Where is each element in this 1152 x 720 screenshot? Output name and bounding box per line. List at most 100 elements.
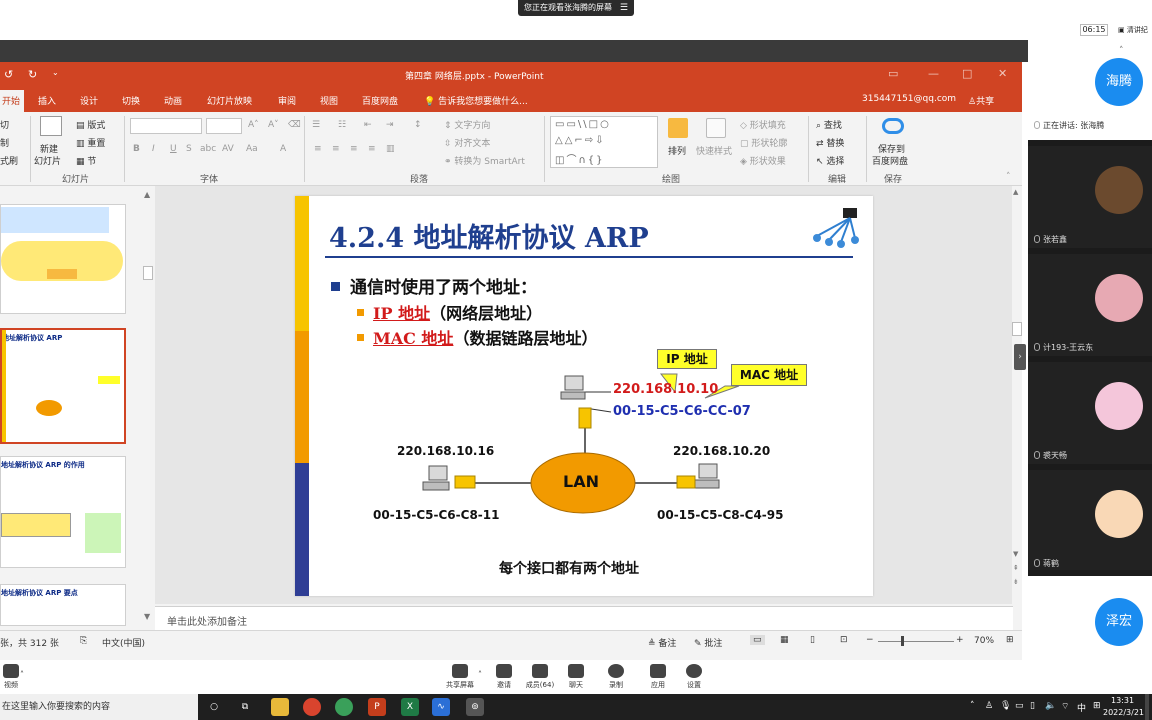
scroll-up-icon[interactable]: ▲ — [144, 190, 150, 199]
minimize-icon[interactable]: — — [928, 67, 939, 80]
find-button[interactable]: ⌕ 查找 — [816, 118, 842, 131]
network-icon[interactable]: ▭ — [1015, 701, 1024, 711]
underline-icon[interactable]: U — [170, 144, 177, 154]
numbering-icon[interactable]: ☷ — [338, 120, 346, 130]
slide-thumbnail[interactable] — [0, 204, 126, 314]
scroll-up-icon[interactable]: ▲ — [1013, 188, 1018, 196]
maximize-icon[interactable]: □ — [962, 67, 972, 80]
file-explorer-icon[interactable] — [271, 698, 289, 716]
show-desktop-button[interactable] — [1145, 694, 1149, 720]
slideshow-icon[interactable]: ⊡ — [840, 635, 848, 645]
font-size-field[interactable] — [206, 118, 242, 134]
scroll-down-icon[interactable]: ▼ — [144, 612, 150, 621]
language[interactable]: 中文(中国) — [102, 636, 145, 649]
smartart-button[interactable]: ⚭ 转换为 SmartArt — [444, 154, 525, 167]
chevron-up-icon[interactable]: ˄ — [20, 670, 24, 679]
change-case-icon[interactable]: Aa — [246, 144, 258, 154]
tab-transitions[interactable]: 切换 — [122, 94, 140, 107]
settings-button[interactable]: 设置 — [674, 664, 714, 690]
char-spacing-icon[interactable]: AV — [222, 144, 234, 154]
chevron-up-icon[interactable]: ˄ — [478, 670, 482, 679]
zoom-out-icon[interactable]: − — [866, 635, 874, 645]
align-text-button[interactable]: ⇳ 对齐文本 — [444, 136, 490, 149]
doc-list-button[interactable]: ▣ 清讲纪 — [1118, 24, 1152, 36]
next-slide-icon[interactable]: ⇟ — [1013, 578, 1019, 586]
font-name-field[interactable] — [130, 118, 202, 134]
previous-slide-icon[interactable]: ⇞ — [1013, 564, 1019, 572]
scroll-thumb[interactable] — [1012, 322, 1022, 336]
align-center-icon[interactable]: ≡ — [332, 144, 340, 154]
customize-qat-icon[interactable]: ⌄ — [52, 68, 59, 77]
ribbon-options-icon[interactable]: ▭ — [888, 67, 898, 80]
app-icon[interactable]: ⊚ — [466, 698, 484, 716]
shape-outline-button[interactable]: ▢ 形状轮廓 — [740, 136, 787, 149]
slide-thumbnail[interactable]: 地址解析协议 ARP 要点 — [0, 584, 126, 626]
align-left-icon[interactable]: ≡ — [314, 144, 322, 154]
replace-button[interactable]: ⇄ 替换 — [816, 136, 844, 149]
record-button[interactable]: 录制 — [596, 664, 636, 690]
redo-icon[interactable]: ↻ — [28, 68, 37, 81]
slide-scrollbar[interactable]: ▲ ▼ ⇞ ⇟ — [1012, 186, 1022, 606]
align-right-icon[interactable]: ≡ — [350, 144, 358, 154]
increase-indent-icon[interactable]: ⇥ — [386, 120, 394, 130]
strikethrough-icon[interactable]: abc — [200, 144, 216, 154]
collapse-ribbon-icon[interactable]: ˄ — [1006, 172, 1011, 182]
ime-indicator[interactable]: 中 — [1077, 701, 1086, 714]
share-screen-button[interactable]: 共享屏幕 — [440, 664, 480, 690]
bold-icon[interactable]: B — [133, 144, 140, 154]
chat-button[interactable]: 聊天 — [556, 664, 596, 690]
line-spacing-icon[interactable]: ↕ — [414, 120, 422, 130]
decrease-indent-icon[interactable]: ⇤ — [364, 120, 372, 130]
layout-button[interactable]: ▤ 版式 — [76, 118, 105, 131]
avatar-hai-teng[interactable]: 海腾 — [1095, 58, 1143, 106]
shrink-font-icon[interactable]: A˅ — [268, 120, 279, 130]
zoom-level[interactable]: 70% — [974, 636, 994, 646]
arrange-label[interactable]: 排列 — [668, 144, 686, 157]
tencent-meeting-icon[interactable]: ∿ — [432, 698, 450, 716]
zoom-in-icon[interactable]: + — [956, 635, 964, 645]
columns-icon[interactable]: ▥ — [386, 144, 395, 154]
chevron-up-icon[interactable]: ˄ — [970, 701, 975, 711]
italic-icon[interactable]: I — [152, 144, 155, 154]
tab-baidu-netdisk[interactable]: 百度网盘 — [362, 94, 398, 107]
close-icon[interactable]: ✕ — [998, 67, 1007, 80]
menu-icon[interactable]: ☰ — [620, 0, 628, 16]
shapes-gallery[interactable]: ▭▭\\□○ △△⌐⇨⇩ ◫⌒∩{} — [550, 116, 658, 168]
invite-button[interactable]: 邀请 — [484, 664, 524, 690]
shadow-icon[interactable]: S — [186, 144, 192, 154]
video-button[interactable]: 视频 — [0, 664, 22, 690]
font-color-icon[interactable]: A — [280, 144, 286, 154]
format-painter-button[interactable]: 式刷 — [0, 154, 18, 167]
arrange-icon[interactable] — [668, 118, 688, 138]
quick-styles-label[interactable]: 快速样式 — [696, 144, 732, 157]
avatar-ze-hong[interactable]: 泽宏 — [1095, 598, 1143, 646]
tab-view[interactable]: 视图 — [320, 94, 338, 107]
reading-view-icon[interactable]: ▯ — [810, 635, 815, 645]
save-line-2[interactable]: 百度网盘 — [872, 154, 908, 167]
taskbar-search-box[interactable]: 在这里输入你要搜索的内容 — [0, 694, 198, 720]
undo-icon[interactable]: ↺ — [4, 68, 13, 81]
mic-icon[interactable]: 🎙 — [1000, 701, 1011, 711]
excel-icon[interactable]: X — [401, 698, 419, 716]
scroll-up-icon[interactable]: ˄ — [1119, 46, 1124, 56]
clear-format-icon[interactable]: ⌫ — [288, 120, 301, 130]
copy-button[interactable]: 制 — [0, 136, 9, 149]
slide-sorter-icon[interactable]: ▦ — [780, 635, 789, 645]
chrome-icon[interactable] — [335, 698, 353, 716]
tab-home[interactable]: 开始 — [0, 90, 25, 112]
volume-icon[interactable]: 🔈 — [1045, 701, 1056, 711]
slide-canvas[interactable]: 4.2.4 地址解析协议 ARP 通信时使用了两个地址： IP 地址（网络层地址… — [295, 196, 873, 596]
comments-toggle[interactable]: ✎ 批注 — [694, 636, 722, 649]
grid-icon[interactable]: ⊞ — [1093, 701, 1101, 711]
participant-photo[interactable] — [1095, 274, 1143, 322]
new-slide-icon[interactable] — [40, 116, 62, 136]
account-email[interactable]: 315447151@qq.com — [862, 94, 956, 104]
justify-icon[interactable]: ≡ — [368, 144, 376, 154]
tab-review[interactable]: 审阅 — [278, 94, 296, 107]
fit-slide-icon[interactable]: ⊞ — [1006, 635, 1014, 645]
participant-photo[interactable] — [1095, 382, 1143, 430]
baidu-cloud-icon[interactable] — [882, 118, 904, 134]
reset-button[interactable]: ▥ 重置 — [76, 136, 105, 149]
zoom-slider-handle[interactable] — [901, 636, 904, 646]
cortana-icon[interactable]: ○ — [205, 698, 223, 716]
